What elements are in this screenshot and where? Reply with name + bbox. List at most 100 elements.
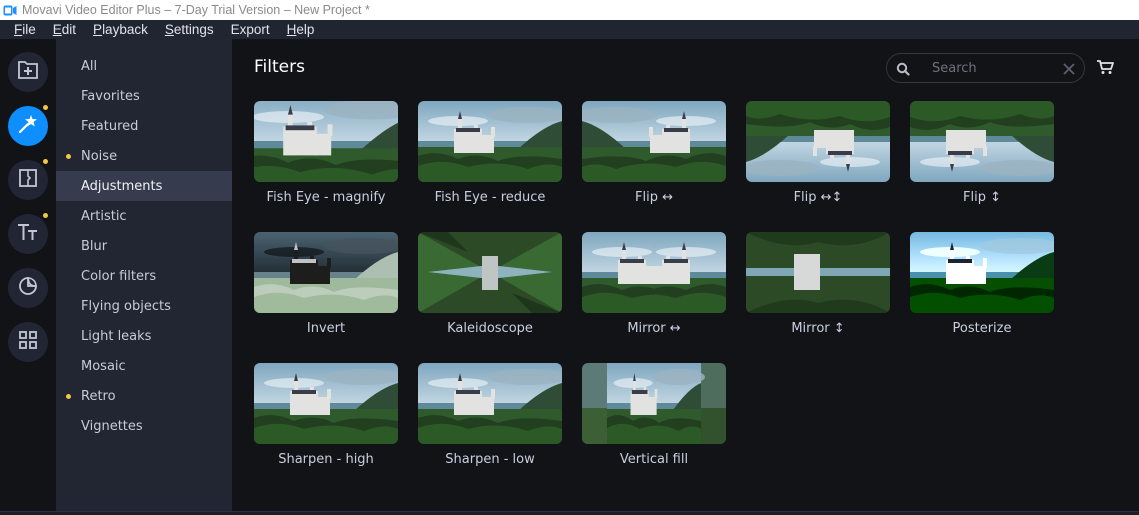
folder-plus-icon [18, 61, 38, 83]
search-box [886, 53, 1085, 83]
filter-thumbnail[interactable] [582, 363, 726, 444]
filter-thumbnail[interactable] [582, 101, 726, 182]
filter-tile[interactable]: Fish Eye - reduce [418, 101, 562, 205]
filter-tile[interactable]: Mirror ↔ [582, 232, 726, 336]
clear-search-icon[interactable] [1062, 61, 1076, 75]
text-tt-icon [17, 223, 39, 245]
filter-label: Sharpen - high [278, 452, 374, 467]
filter-label: Kaleidoscope [447, 321, 533, 336]
menu-file[interactable]: File [14, 22, 36, 37]
search-input[interactable] [932, 60, 1052, 76]
category-color-filters[interactable]: Color filters [56, 261, 232, 291]
search-icon [896, 61, 910, 76]
import-button[interactable] [8, 52, 48, 92]
filter-thumbnail[interactable] [254, 363, 398, 444]
filter-label: Fish Eye - magnify [266, 190, 386, 205]
filter-tile[interactable]: Kaleidoscope [418, 232, 562, 336]
new-badge-dot [43, 213, 48, 218]
filter-label: Flip ↕ [963, 190, 1001, 205]
filters-button[interactable] [8, 106, 48, 146]
magic-wand-icon [17, 113, 39, 139]
transition-icon [18, 168, 38, 192]
filter-label: Flip ↔ [635, 190, 673, 205]
panel-divider [0, 511, 1139, 515]
filter-tile[interactable]: Fish Eye - magnify [254, 101, 398, 205]
filter-tile[interactable]: Flip ↔↕ [746, 101, 890, 205]
filters-panel: Filters Search Fish Eye - magnify Fish E… [232, 39, 1139, 511]
filter-tile[interactable]: Sharpen - high [254, 363, 398, 467]
new-badge-dot [66, 394, 71, 399]
transitions-button[interactable] [8, 160, 48, 200]
filter-tile[interactable]: Flip ↔ [582, 101, 726, 205]
page-title: Filters [254, 57, 305, 77]
category-adjustments[interactable]: Adjustments [56, 171, 232, 201]
category-noise[interactable]: Noise [56, 141, 232, 171]
filter-label: Mirror ↔ [627, 321, 681, 336]
more-tools-button[interactable] [8, 322, 48, 362]
category-label: Light leaks [81, 328, 152, 344]
menu-help[interactable]: Help [287, 22, 315, 37]
menu-settings[interactable]: Settings [165, 22, 214, 37]
filter-label: Vertical fill [619, 452, 689, 467]
filter-label: Posterize [952, 321, 1012, 336]
filter-tile[interactable]: Flip ↕ [910, 101, 1054, 205]
menu-bar: File Edit Playback Settings Export Help [0, 20, 1139, 39]
category-featured[interactable]: Featured [56, 111, 232, 141]
filter-label: Sharpen - low [445, 452, 535, 467]
title-bar: Movavi Video Editor Plus – 7-Day Trial V… [0, 0, 1139, 20]
filter-tile[interactable]: Posterize [910, 232, 1054, 336]
category-label: Color filters [81, 268, 157, 284]
filter-thumbnail[interactable] [746, 101, 890, 182]
category-blur[interactable]: Blur [56, 231, 232, 261]
tool-rail [0, 39, 56, 511]
category-label: Artistic [81, 208, 127, 224]
movavi-camera-icon [3, 5, 17, 16]
category-label: Featured [81, 118, 139, 134]
filter-tile[interactable]: Vertical fill [582, 363, 726, 467]
menu-edit[interactable]: Edit [53, 22, 76, 37]
filter-label: Invert [306, 321, 346, 336]
category-retro[interactable]: Retro [56, 381, 232, 411]
filter-tile[interactable]: Invert [254, 232, 398, 336]
window-title: Movavi Video Editor Plus – 7-Day Trial V… [22, 3, 370, 17]
category-flying-objects[interactable]: Flying objects [56, 291, 232, 321]
filter-thumbnail[interactable] [418, 101, 562, 182]
stickers-button[interactable] [8, 268, 48, 308]
category-vignettes[interactable]: Vignettes [56, 411, 232, 441]
filter-thumbnail[interactable] [254, 101, 398, 182]
category-artistic[interactable]: Artistic [56, 201, 232, 231]
filter-label: Flip ↔↕ [793, 190, 843, 205]
category-label: Mosaic [81, 358, 126, 374]
category-list: All Favorites Featured Noise Adjustments… [56, 39, 232, 511]
filter-thumbnail[interactable] [910, 101, 1054, 182]
titles-button[interactable] [8, 214, 48, 254]
filter-thumbnail[interactable] [746, 232, 890, 313]
filter-thumbnail[interactable] [418, 232, 562, 313]
category-label: Flying objects [81, 298, 171, 314]
new-badge-dot [43, 159, 48, 164]
menu-playback[interactable]: Playback [93, 22, 148, 37]
filter-tile[interactable]: Sharpen - low [418, 363, 562, 467]
category-all[interactable]: All [56, 51, 232, 81]
category-label: Favorites [81, 88, 140, 104]
category-favorites[interactable]: Favorites [56, 81, 232, 111]
filter-thumbnail[interactable] [582, 232, 726, 313]
filter-tile[interactable]: Mirror ↕ [746, 232, 890, 336]
filter-label: Mirror ↕ [791, 321, 845, 336]
category-label: Blur [81, 238, 108, 254]
new-badge-dot [66, 154, 71, 159]
store-cart-icon[interactable] [1096, 59, 1114, 75]
category-mosaic[interactable]: Mosaic [56, 351, 232, 381]
menu-export[interactable]: Export [231, 22, 270, 37]
filter-label: Fish Eye - reduce [434, 190, 546, 205]
grid-icon [18, 330, 38, 354]
category-label: Noise [81, 148, 118, 164]
new-badge-dot [43, 105, 48, 110]
category-label: Vignettes [81, 418, 143, 434]
filter-thumbnail[interactable] [910, 232, 1054, 313]
filter-thumbnail[interactable] [418, 363, 562, 444]
category-light-leaks[interactable]: Light leaks [56, 321, 232, 351]
category-label: Retro [81, 388, 116, 404]
sticker-icon [18, 276, 38, 300]
filter-thumbnail[interactable] [254, 232, 398, 313]
